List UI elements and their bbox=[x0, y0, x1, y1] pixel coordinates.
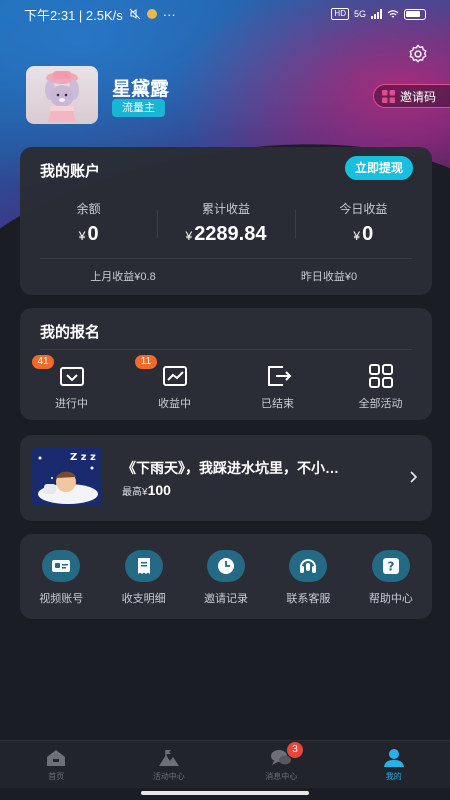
help-icon: ? bbox=[382, 558, 399, 574]
battery-icon bbox=[404, 8, 426, 20]
signup-item-label: 已结束 bbox=[261, 398, 294, 410]
signup-grid: 41 进行中 11 收益中 已结束 全部活动 bbox=[20, 355, 432, 411]
tab-label: 我的 bbox=[385, 772, 402, 781]
home-icon bbox=[47, 750, 66, 766]
stat-label: 累计收益 bbox=[201, 202, 250, 216]
task-card[interactable]: Z z z 《下雨天》，我踩进水坑里，不小… 最高¥100 bbox=[20, 435, 432, 521]
tool-help-center[interactable]: ? 帮助中心 bbox=[350, 550, 432, 606]
signup-card: 我的报名 41 进行中 11 收益中 已结束 全部活动 bbox=[20, 308, 432, 420]
tool-video-account[interactable]: 视频账号 bbox=[20, 550, 102, 606]
stat-balance: 余额 ¥0 bbox=[20, 200, 157, 260]
bottom-tab-bar: 首页 活动中心 3 消息中心 我的 bbox=[0, 740, 450, 788]
avatar[interactable] bbox=[26, 66, 98, 124]
signup-item-ongoing[interactable]: 41 进行中 bbox=[20, 355, 123, 411]
tool-customer-service[interactable]: 联系客服 bbox=[267, 550, 349, 606]
invite-code-label: 邀请码 bbox=[400, 89, 437, 104]
task-title: 《下雨天》，我踩进水坑里，不小… bbox=[122, 460, 339, 476]
trend-chart-icon bbox=[162, 366, 187, 386]
tab-label: 活动中心 bbox=[152, 772, 185, 781]
tool-label: 邀请记录 bbox=[204, 593, 249, 605]
chevron-right-icon bbox=[410, 471, 418, 483]
receipt-icon bbox=[137, 558, 150, 574]
currency-symbol: ¥ bbox=[185, 229, 193, 243]
ticket-icon bbox=[59, 367, 84, 386]
count-badge: 41 bbox=[32, 355, 54, 369]
account-stats: 余额 ¥0 累计收益 ¥2289.84 今日收益 ¥0 bbox=[20, 200, 432, 260]
thumb-zzz-text: Z z z bbox=[70, 452, 96, 463]
headset-icon bbox=[300, 559, 317, 573]
bunny-avatar-image bbox=[45, 71, 79, 122]
signup-item-all[interactable]: 全部活动 bbox=[329, 363, 432, 411]
account-card: 我的账户 立即提现 余额 ¥0 累计收益 ¥2289.84 今日收益 ¥0 上月… bbox=[20, 147, 432, 295]
earnings-summary: 上月收益¥0.8 昨日收益¥0 bbox=[20, 268, 432, 284]
count-badge: 11 bbox=[135, 355, 157, 369]
mountain-icon bbox=[158, 750, 179, 766]
tool-label: 视频账号 bbox=[39, 593, 84, 605]
account-title: 我的账户 bbox=[40, 163, 101, 180]
signup-item-ended[interactable]: 已结束 bbox=[226, 363, 329, 411]
task-thumbnail: Z z z bbox=[32, 448, 102, 506]
signup-item-label: 进行中 bbox=[55, 398, 88, 410]
signup-item-earning[interactable]: 11 收益中 bbox=[123, 355, 226, 411]
svg-text:?: ? bbox=[387, 560, 394, 574]
settings-gear-icon[interactable] bbox=[407, 43, 429, 65]
stat-value: 0 bbox=[362, 223, 374, 245]
stat-total-earnings: 累计收益 ¥2289.84 bbox=[157, 200, 294, 260]
id-card-icon bbox=[52, 560, 71, 572]
tab-activity-center[interactable]: 活动中心 bbox=[113, 741, 226, 788]
hd-icon: HD bbox=[331, 8, 349, 20]
signup-item-label: 全部活动 bbox=[358, 398, 403, 410]
tab-home[interactable]: 首页 bbox=[0, 741, 113, 788]
last-month-earnings: 上月收益¥0.8 bbox=[90, 271, 156, 283]
more-status-icon: ··· bbox=[162, 6, 176, 22]
stat-value: 2289.84 bbox=[194, 223, 267, 245]
role-badge: 流量主 bbox=[112, 99, 165, 117]
yesterday-earnings: 昨日收益¥0 bbox=[300, 271, 358, 283]
tool-transactions[interactable]: 收支明细 bbox=[102, 550, 184, 606]
home-indicator[interactable] bbox=[141, 791, 309, 795]
username: 星黛露 bbox=[112, 79, 170, 100]
notification-dot-icon bbox=[146, 9, 157, 19]
tools-card: 视频账号 收支明细 邀请记录 联系客服 ? 帮助中心 bbox=[20, 534, 432, 619]
max-prefix: 最高 bbox=[122, 487, 142, 498]
tool-label: 联系客服 bbox=[286, 593, 331, 605]
task-max-reward: 最高¥100 bbox=[122, 482, 171, 498]
withdraw-button[interactable]: 立即提现 bbox=[344, 156, 413, 180]
invite-code-button[interactable]: 邀请码 bbox=[373, 84, 450, 108]
tool-label: 收支明细 bbox=[121, 593, 166, 605]
apps-grid-icon bbox=[368, 364, 393, 388]
tool-label: 帮助中心 bbox=[368, 593, 413, 605]
max-value: 100 bbox=[147, 482, 171, 498]
stat-label: 余额 bbox=[76, 202, 101, 216]
mute-icon bbox=[129, 8, 141, 20]
divider bbox=[40, 258, 412, 259]
tool-invite-records[interactable]: 邀请记录 bbox=[185, 550, 267, 606]
tab-label: 首页 bbox=[48, 772, 65, 781]
currency-symbol: ¥ bbox=[78, 229, 86, 243]
signal-icon bbox=[371, 9, 382, 19]
tab-label: 消息中心 bbox=[265, 772, 298, 781]
stat-today-earnings: 今日收益 ¥0 bbox=[294, 200, 432, 260]
tab-message-center[interactable]: 3 消息中心 bbox=[225, 741, 338, 788]
currency-symbol: ¥ bbox=[353, 229, 361, 243]
divider bbox=[40, 349, 412, 350]
clock-icon bbox=[218, 558, 235, 574]
tools-grid: 视频账号 收支明细 邀请记录 联系客服 ? 帮助中心 bbox=[20, 550, 432, 606]
network-label: 5G bbox=[353, 9, 366, 19]
stat-value: 0 bbox=[87, 223, 99, 245]
stat-label: 今日收益 bbox=[339, 202, 388, 216]
grid-icon bbox=[382, 89, 395, 103]
tab-mine[interactable]: 我的 bbox=[338, 741, 450, 788]
message-badge: 3 bbox=[287, 742, 303, 758]
person-icon bbox=[383, 749, 404, 767]
status-bar: 下午2:31 | 2.5K/s ··· HD 5G bbox=[0, 0, 450, 28]
exit-icon bbox=[267, 366, 291, 386]
signup-title: 我的报名 bbox=[40, 324, 101, 341]
signup-item-label: 收益中 bbox=[158, 398, 191, 410]
status-time: 下午2:31 | 2.5K/s bbox=[24, 7, 123, 23]
wifi-icon bbox=[387, 10, 399, 18]
